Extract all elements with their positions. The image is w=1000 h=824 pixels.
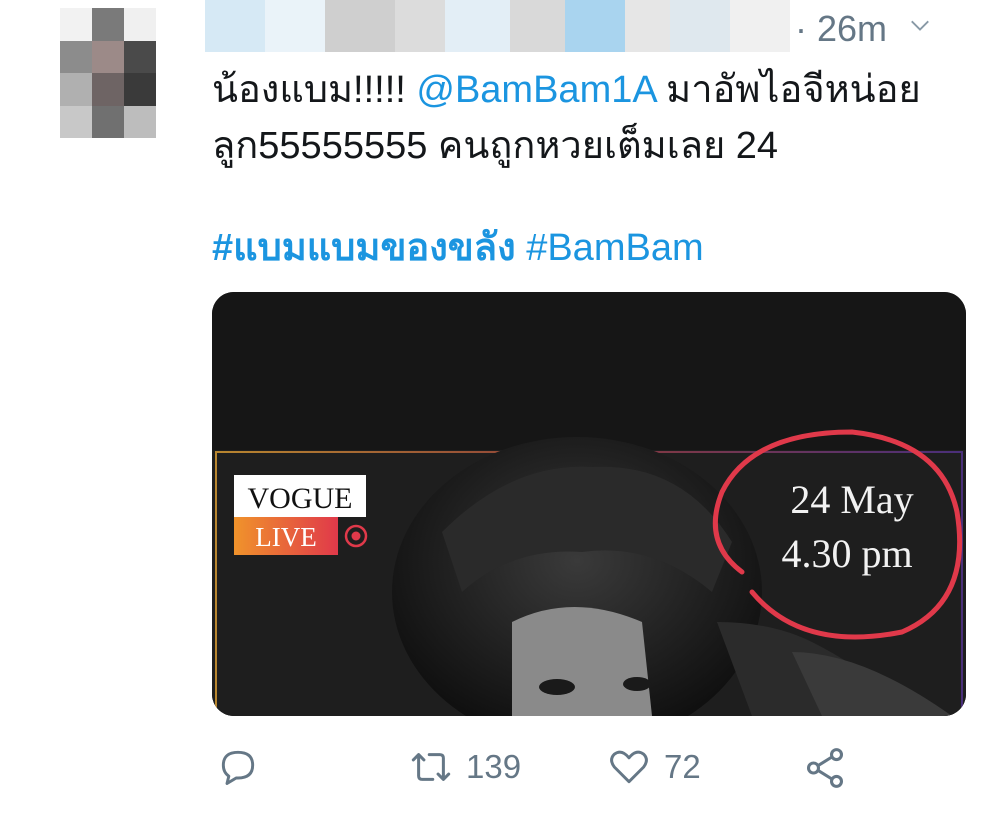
hashtag-link[interactable]: #แบมแบมของขลัง: [212, 227, 516, 269]
tweet-actions: 139 72: [212, 745, 852, 805]
share-button[interactable]: [802, 745, 848, 791]
live-label: LIVE: [255, 522, 316, 552]
chevron-down-icon[interactable]: [909, 14, 931, 36]
tweet-image[interactable]: VOGUE LIVE 24 May 4.30 pm: [212, 292, 966, 716]
mention-link[interactable]: @BamBam1A: [416, 69, 655, 111]
reply-button[interactable]: [216, 745, 260, 789]
share-icon: [806, 748, 844, 788]
hashtag-row: #แบมแบมของขลัง #BamBam: [212, 222, 704, 274]
blurred-display-name[interactable]: [205, 0, 790, 52]
date-text: 24 May: [790, 477, 913, 522]
like-count: 72: [664, 748, 701, 785]
retweet-count: 139: [466, 748, 522, 785]
tweet-meta: · 26m: [795, 8, 931, 50]
portrait-face: [512, 607, 652, 716]
tweet-text: น้องแบม!!!!! @BamBam1A มาอัพไอจีหน่อยลูก…: [212, 62, 972, 174]
like-button[interactable]: 72: [606, 745, 701, 789]
avatar[interactable]: [60, 8, 156, 138]
heart-icon: [610, 750, 648, 784]
hashtag-link[interactable]: #BamBam: [526, 227, 703, 269]
tweet-text-start: น้องแบม!!!!!: [212, 69, 417, 111]
vogue-label: VOGUE: [248, 482, 353, 515]
time-text: 4.30 pm: [781, 531, 912, 576]
image-canvas: VOGUE LIVE 24 May 4.30 pm: [212, 292, 966, 716]
reply-icon: [221, 750, 255, 785]
retweet-icon: [411, 753, 451, 781]
retweet-button[interactable]: 139: [408, 745, 521, 789]
timestamp[interactable]: · 26m: [795, 8, 887, 50]
